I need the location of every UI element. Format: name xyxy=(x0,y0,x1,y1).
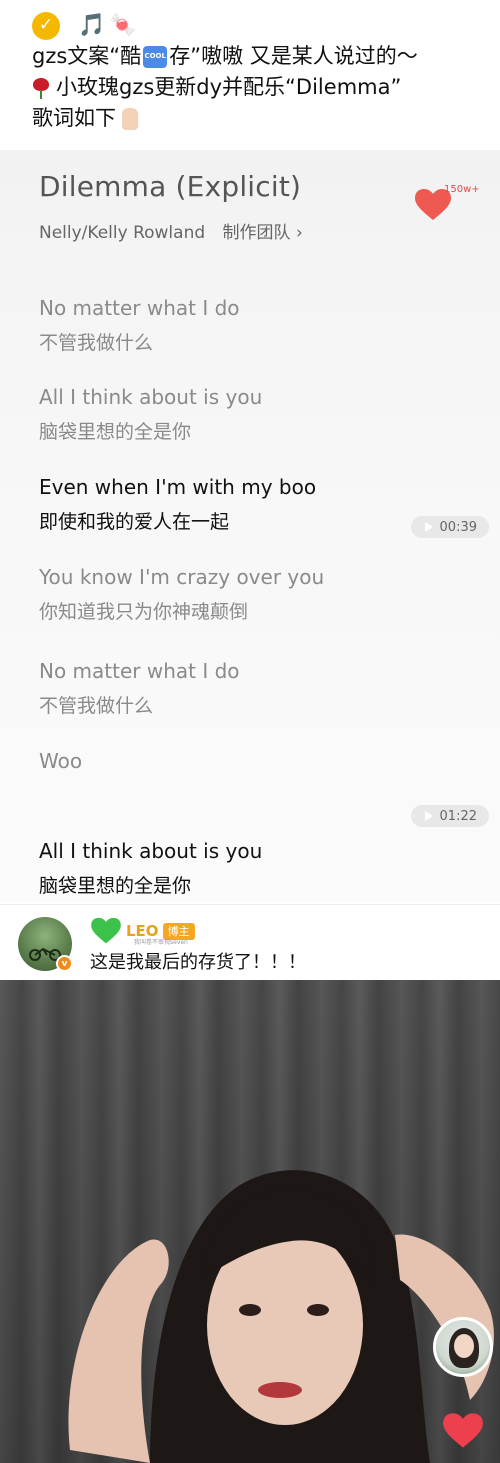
play-icon xyxy=(425,522,433,532)
lyric-line-active[interactable]: Even when I'm with my boo 即使和我的爱人在一起 xyxy=(39,473,316,536)
verified-badge-icon: v xyxy=(56,955,73,972)
lyric-english: Woo xyxy=(39,749,83,773)
lyric-english: No matter what I do xyxy=(39,659,240,683)
photo-subject xyxy=(68,1170,494,1463)
post-text-part: 歌词如下 xyxy=(32,106,116,130)
post-text: ✓ 🎵 🍬 gzs文案“酷 COOL 存”嗷嗷 又是某人说过的～ 小玫瑰gzs更… xyxy=(32,10,472,134)
lyric-english: You know I'm crazy over you xyxy=(39,565,325,589)
lyric-line[interactable]: You know I'm crazy over you 你知道我只为你神魂颠倒 xyxy=(39,563,324,626)
comment-text: 这是我最后的存货了！！！ xyxy=(90,952,306,973)
lyric-chinese: 即使和我的爱人在一起 xyxy=(39,511,230,533)
creator-avatar[interactable] xyxy=(433,1317,493,1377)
song-title: Dilemma (Explicit) xyxy=(39,170,302,203)
avatar-face xyxy=(454,1334,474,1358)
credits-link[interactable]: 制作团队 › xyxy=(223,223,303,243)
cool-icon: COOL xyxy=(143,45,168,68)
post-line-3: 小玫瑰gzs更新dy并配乐“Dilemma” xyxy=(32,72,472,103)
timestamp-label: 00:39 xyxy=(439,519,477,535)
lyric-english: All I think about is you xyxy=(39,839,263,863)
timestamp-chip[interactable]: 01:22 xyxy=(411,805,489,827)
post-photo[interactable] xyxy=(0,980,500,1463)
post-text-part: 小玫瑰gzs更新dy并配乐“Dilemma” xyxy=(56,75,402,99)
song-artists: Nelly/Kelly Rowland xyxy=(39,223,206,243)
like-count: 150w+ xyxy=(444,184,480,195)
lyric-line[interactable]: No matter what I do 不管我做什么 xyxy=(39,294,240,357)
lyric-line[interactable]: No matter what I do 不管我做什么 xyxy=(39,657,240,720)
timestamp-label: 01:22 xyxy=(439,808,477,824)
like-heart-icon[interactable] xyxy=(442,1412,484,1450)
post-text-part: gzs文案“酷 xyxy=(32,44,142,68)
credits-label: 制作团队 xyxy=(222,223,291,243)
like-button[interactable]: 150w+ xyxy=(410,184,490,226)
music-note-icon: 🎵 xyxy=(78,13,106,38)
green-heart-icon xyxy=(91,917,121,944)
lyric-line[interactable]: Woo xyxy=(39,747,82,775)
user-sub-note: 我叫卷不审视seven xyxy=(134,939,188,946)
lyric-english: Even when I'm with my boo xyxy=(39,475,317,499)
post-line-4: 歌词如下 xyxy=(32,103,472,134)
post-text-part: 存”嗷嗷 又是某人说过的～ xyxy=(169,44,418,68)
lyrics-card[interactable]: Dilemma (Explicit) Nelly/Kelly Rowland 制… xyxy=(0,150,500,902)
lyric-english: No matter what I do xyxy=(39,296,240,320)
check-badge-icon: ✓ xyxy=(32,11,60,40)
post-line-2: gzs文案“酷 COOL 存”嗷嗷 又是某人说过的～ xyxy=(32,41,472,72)
chevron-right-icon: › xyxy=(295,223,303,243)
lyric-line[interactable]: All I think about is you 脑袋里想的全是你 xyxy=(39,383,262,446)
lyric-chinese: 脑袋里想的全是你 xyxy=(39,875,192,897)
song-meta: Nelly/Kelly Rowland 制作团队 › xyxy=(39,218,303,243)
rose-icon xyxy=(32,77,50,99)
candy-icon: 🍬 xyxy=(109,13,137,38)
timestamp-chip[interactable]: 00:39 xyxy=(411,516,489,538)
lyric-chinese: 脑袋里想的全是你 xyxy=(39,421,192,443)
lyric-chinese: 你知道我只为你神魂颠倒 xyxy=(39,601,249,623)
pointing-down-hand-icon xyxy=(122,107,138,130)
lyric-chinese: 不管我做什么 xyxy=(39,695,154,717)
lyric-english: All I think about is you xyxy=(39,385,263,409)
play-icon xyxy=(425,811,433,821)
lyric-line[interactable]: All I think about is you 脑袋里想的全是你 xyxy=(39,837,262,900)
comment-row[interactable]: v LEO 博主 我叫卷不审视seven 这是我最后的存货了！！！ xyxy=(0,904,500,980)
post-line-1: ✓ 🎵 🍬 xyxy=(32,10,472,41)
lyric-chinese: 不管我做什么 xyxy=(39,332,154,354)
